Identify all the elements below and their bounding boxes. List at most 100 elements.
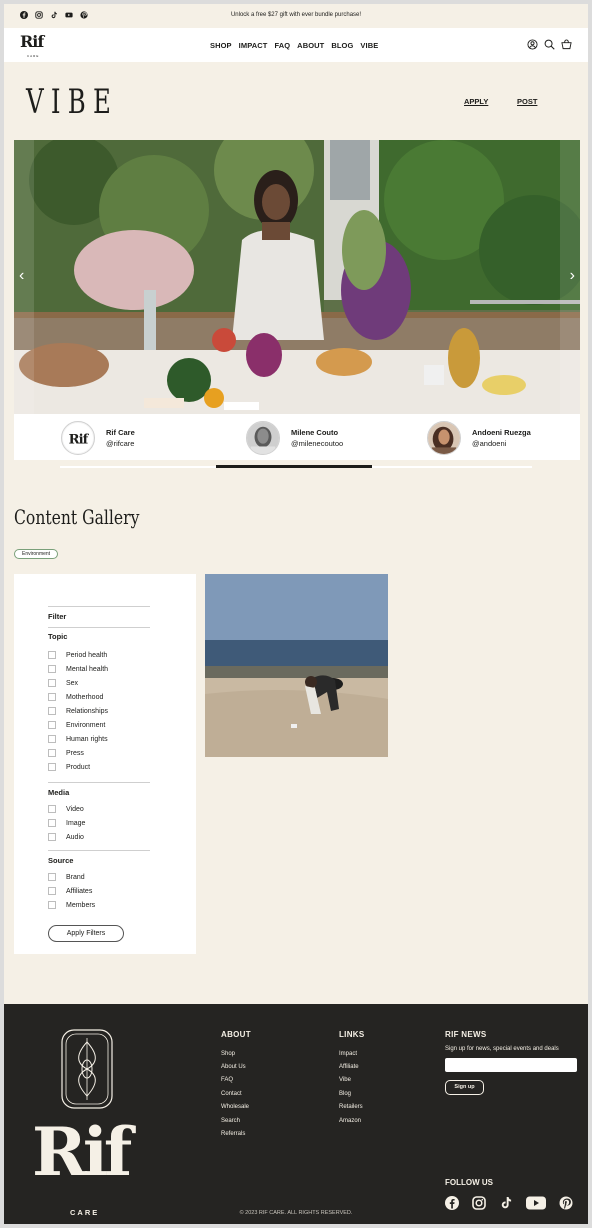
announcement-bar: Unlock a free $27 gift with ever bundle … [4, 4, 588, 28]
footer-link-amazon[interactable]: Amazon [339, 1118, 361, 1124]
news-column-title: RIF NEWS [445, 1030, 487, 1039]
checkbox[interactable] [48, 873, 56, 881]
footer-link-affiliate[interactable]: Affiliate [339, 1064, 359, 1070]
youtube-icon[interactable] [526, 1196, 546, 1210]
follow-title: FOLLOW US [445, 1178, 493, 1187]
filter-option-mental-health[interactable]: Mental health [48, 664, 108, 674]
footer-logo[interactable]: Rif [32, 1112, 132, 1192]
apply-filters-button[interactable]: Apply Filters [48, 925, 124, 942]
carousel-prev-button[interactable]: ‹ [14, 140, 34, 414]
gallery-item[interactable] [205, 574, 388, 757]
checkbox[interactable] [48, 819, 56, 827]
newsletter-email-input[interactable] [445, 1058, 577, 1072]
active-tag-chip[interactable]: Environment [14, 549, 59, 559]
filter-option-members[interactable]: Members [48, 900, 95, 910]
carousel-progress-bar[interactable] [60, 465, 532, 468]
checkbox[interactable] [48, 735, 56, 743]
nav-faq[interactable]: FAQ [274, 41, 290, 50]
tiktok-icon[interactable] [499, 1196, 513, 1210]
filter-option-product[interactable]: Product [48, 762, 90, 772]
apply-link[interactable]: APPLY [464, 97, 488, 106]
signup-button[interactable]: Sign up [445, 1080, 484, 1095]
facebook-icon[interactable] [445, 1196, 459, 1210]
filter-option-affiliates[interactable]: Affiliates [48, 886, 92, 896]
footer-link-shop[interactable]: Shop [221, 1051, 235, 1057]
creator-card[interactable]: Rif Rif Care @rifcare [61, 421, 135, 455]
filter-option-image[interactable]: Image [48, 818, 85, 828]
filter-option-label: Video [66, 805, 84, 813]
pinterest-icon[interactable] [559, 1196, 573, 1210]
filter-option-label: Members [66, 901, 96, 909]
checkbox[interactable] [48, 833, 56, 841]
footer-link-about-us[interactable]: About Us [221, 1064, 246, 1070]
filter-option-motherhood[interactable]: Motherhood [48, 692, 103, 702]
divider [48, 627, 150, 628]
footer-link-retailers[interactable]: Retailers [339, 1104, 363, 1110]
avatar [246, 421, 280, 455]
nav-impact[interactable]: IMPACT [239, 41, 268, 50]
cart-icon[interactable] [561, 39, 572, 50]
footer-link-referrals[interactable]: Referrals [221, 1131, 245, 1137]
checkbox[interactable] [48, 887, 56, 895]
filter-option-label: Brand [66, 873, 85, 881]
filter-option-sex[interactable]: Sex [48, 678, 78, 688]
checkbox[interactable] [48, 749, 56, 757]
footer-link-contact[interactable]: Contact [221, 1091, 242, 1097]
nav-blog[interactable]: BLOG [331, 41, 353, 50]
filter-panel: Filter Topic Period health Mental health… [14, 574, 196, 954]
filter-option-human-rights[interactable]: Human rights [48, 734, 108, 744]
site-footer: Rif CARE ABOUT Shop About Us FAQ Contact… [4, 1004, 588, 1224]
footer-link-faq[interactable]: FAQ [221, 1077, 233, 1083]
creator-card[interactable]: Milene Couto @milenecoutoo [246, 421, 343, 455]
checkbox[interactable] [48, 805, 56, 813]
footer-link-blog[interactable]: Blog [339, 1091, 351, 1097]
chevron-left-icon: ‹ [19, 267, 25, 284]
nav-vibe[interactable]: VIBE [360, 41, 378, 50]
filter-option-video[interactable]: Video [48, 804, 84, 814]
footer-link-wholesale[interactable]: Wholesale [221, 1104, 249, 1110]
nav-shop[interactable]: SHOP [210, 41, 232, 50]
footer-link-vibe[interactable]: Vibe [339, 1077, 351, 1083]
nav-about[interactable]: ABOUT [297, 41, 324, 50]
checkbox[interactable] [48, 693, 56, 701]
account-icon[interactable] [527, 39, 538, 50]
beach-photo [205, 574, 388, 757]
checkbox[interactable] [48, 901, 56, 909]
svg-text:Rif: Rif [69, 433, 90, 448]
filter-option-press[interactable]: Press [48, 748, 84, 758]
newsletter-text: Sign up for news, special events and dea… [445, 1046, 559, 1052]
copyright-text: © 2023 RIF CARE. ALL RIGHTS RESERVED. [239, 1210, 353, 1216]
footer-link-impact[interactable]: Impact [339, 1051, 357, 1057]
header-logo-sub: CARE [27, 54, 40, 58]
filter-option-environment[interactable]: Environment [48, 720, 105, 730]
filter-option-label: Environment [66, 721, 106, 729]
carousel-next-button[interactable]: › [560, 140, 580, 414]
checkbox[interactable] [48, 679, 56, 687]
filter-option-brand[interactable]: Brand [48, 872, 85, 882]
creator-name: Rif Care [106, 428, 135, 437]
checkbox[interactable] [48, 721, 56, 729]
checkbox[interactable] [48, 763, 56, 771]
follow-icons [445, 1196, 573, 1210]
avatar [427, 421, 461, 455]
rif-logo-avatar-icon: Rif [62, 422, 94, 454]
filter-option-label: Audio [66, 833, 84, 841]
filter-option-label: Period health [66, 651, 108, 659]
instagram-icon[interactable] [472, 1196, 486, 1210]
post-link[interactable]: POST [517, 97, 537, 106]
filter-option-relationships[interactable]: Relationships [48, 706, 108, 716]
footer-link-search[interactable]: Search [221, 1118, 240, 1124]
divider [48, 850, 150, 851]
checkbox[interactable] [48, 707, 56, 715]
checkbox[interactable] [48, 665, 56, 673]
creator-card[interactable]: Andoeni Ruezga @andoeni [427, 421, 531, 455]
search-icon[interactable] [544, 39, 555, 50]
filter-option-audio[interactable]: Audio [48, 832, 84, 842]
header-icons [527, 39, 572, 50]
vibe-carousel[interactable]: ‹ › [14, 140, 580, 414]
divider [48, 606, 150, 607]
header-logo[interactable]: Rif [20, 33, 44, 51]
filter-option-period-health[interactable]: Period health [48, 650, 107, 660]
checkbox[interactable] [48, 651, 56, 659]
portrait-photo [428, 422, 460, 454]
